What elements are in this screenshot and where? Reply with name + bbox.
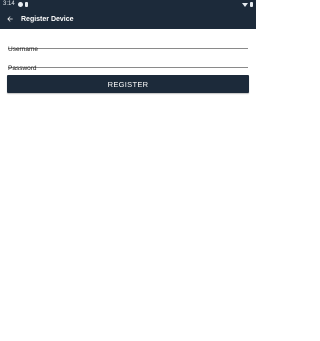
status-left: 3:14 (3, 0, 28, 9)
password-field-container (8, 57, 248, 74)
username-field-container (8, 38, 248, 55)
wifi-icon (242, 2, 248, 7)
username-input[interactable] (8, 44, 248, 55)
status-right (242, 0, 253, 9)
register-button[interactable]: REGISTER (7, 75, 249, 93)
status-time: 3:14 (3, 1, 15, 7)
notification-icon (17, 2, 23, 7)
status-bar: 3:14 (0, 0, 256, 9)
battery-icon (250, 2, 253, 7)
password-input[interactable] (8, 63, 248, 74)
arrow-left-icon (7, 16, 13, 22)
lock-icon (24, 2, 28, 7)
page-title: Register Device (21, 15, 74, 23)
back-button[interactable] (1, 9, 19, 29)
app-bar: Register Device (0, 9, 256, 29)
